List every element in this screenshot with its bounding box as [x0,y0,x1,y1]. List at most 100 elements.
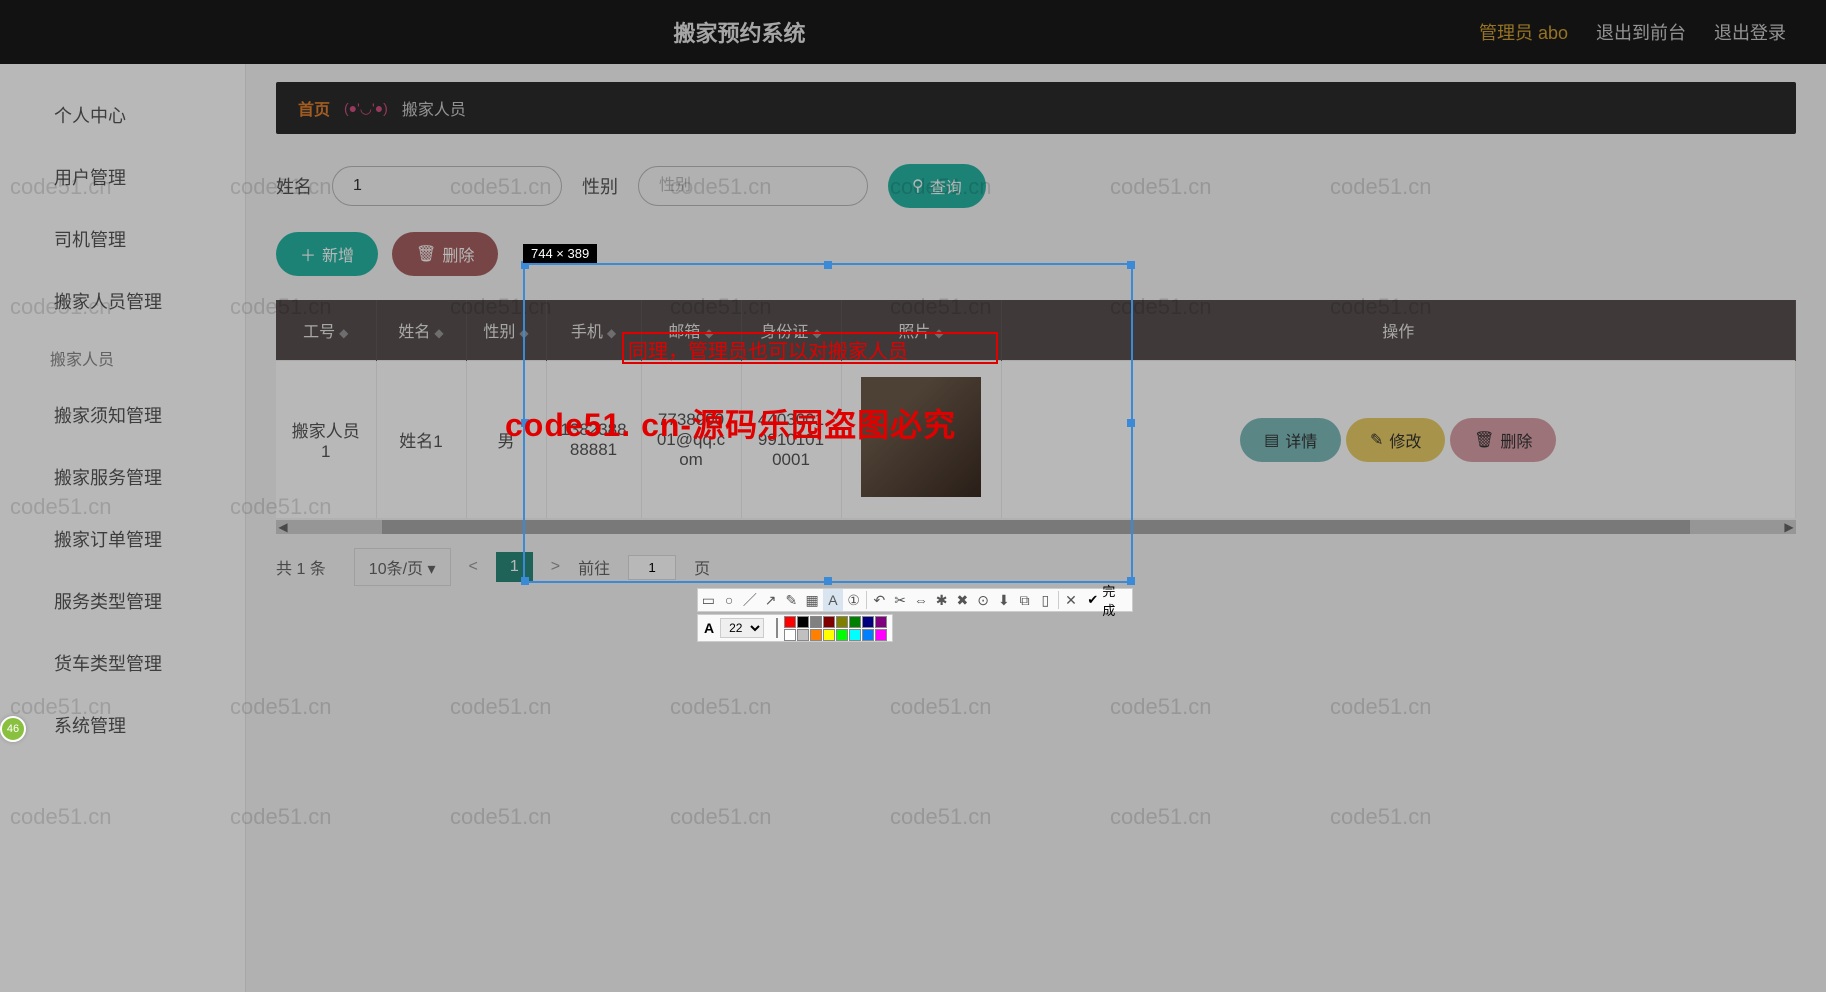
floating-badge[interactable]: 46 [0,716,26,742]
cancel-icon[interactable]: ✕ [1061,589,1082,611]
screenshot-size-label: 744 × 389 [523,244,597,263]
search-icon: ⚲ [912,176,924,196]
close-tool-icon[interactable]: ✖ [952,589,973,611]
pen-tool-icon[interactable]: ✎ [781,589,802,611]
add-label: 新增 [322,242,354,266]
screenshot-text-style-bar: A 22 [697,614,893,642]
color-swatch[interactable] [823,629,835,641]
filter-row: 姓名 性别 ⚲ 查询 [276,164,1796,208]
current-color-swatch[interactable] [776,618,778,638]
sidebar-item-users[interactable]: 用户管理 [0,146,245,208]
detail-button[interactable]: ▤ 详情 [1240,418,1341,462]
download-icon[interactable]: ⬇ [993,589,1014,611]
topbar: 搬家预约系统 管理员 abo 退出到前台 退出登录 [0,0,1826,64]
sidebar-item-notice[interactable]: 搬家须知管理 [0,384,245,446]
undo-icon[interactable]: ↶ [869,589,890,611]
color-swatch[interactable] [810,629,822,641]
color-swatch[interactable] [862,629,874,641]
line-tool-icon[interactable]: ／ [740,589,761,611]
protect-icon[interactable]: ✱ [931,589,952,611]
annotation-watermark: code51. cn-源码乐园盗图必究 [505,400,956,446]
batch-delete-button[interactable]: 🗑 删除 [392,232,498,276]
color-swatch[interactable] [784,616,796,628]
sidebar-item-orders[interactable]: 搬家订单管理 [0,508,245,570]
breadcrumb-face: (●'◡'●) [344,100,388,117]
sidebar-item-system[interactable]: 系统管理 [0,694,245,756]
pager-prev[interactable]: < [469,558,478,576]
scroll-left-icon[interactable]: ◀ [276,520,290,534]
sidebar-item-service-type[interactable]: 服务类型管理 [0,570,245,632]
add-button[interactable]: ＋ 新增 [276,232,378,276]
sidebar-item-service[interactable]: 搬家服务管理 [0,446,245,508]
row-delete-button[interactable]: 🗑 删除 [1450,418,1556,462]
color-swatch[interactable] [797,616,809,628]
annotation-textbox[interactable]: 同理，管理员也可以对搬家人员 [622,332,998,364]
edit-icon: ✎ [1370,430,1383,450]
color-swatch[interactable] [849,629,861,641]
number-tool-icon[interactable]: ① [843,589,864,611]
color-swatch[interactable] [797,629,809,641]
sort-icon: ◆ [339,326,348,340]
logout-link[interactable]: 退出登录 [1714,19,1786,45]
app-title: 搬家预约系统 [0,16,1479,48]
sort-icon: ◆ [434,326,443,340]
color-swatch[interactable] [862,616,874,628]
batch-delete-label: 删除 [442,242,474,266]
text-tool-icon[interactable]: A [823,589,844,611]
rect-tool-icon[interactable]: ▭ [698,589,719,611]
trash-icon: 🗑 [1474,430,1494,450]
color-swatch[interactable] [836,616,848,628]
admin-link[interactable]: 管理员 abo [1479,19,1568,45]
sidebar-item-drivers[interactable]: 司机管理 [0,208,245,270]
filter-name-label: 姓名 [276,173,312,199]
font-indicator-icon: A [704,620,714,636]
trash-icon: 🗑 [416,244,436,264]
chevron-down-icon: ▾ [428,561,436,578]
done-button[interactable]: ✔完成 [1081,581,1132,619]
topbar-right: 管理员 abo 退出到前台 退出登录 [1479,19,1786,45]
font-size-select[interactable]: 22 [720,618,764,638]
th-id[interactable]: 工号◆ [276,300,376,361]
color-swatch[interactable] [784,629,796,641]
filter-gender-input[interactable] [638,166,868,206]
color-swatch[interactable] [849,616,861,628]
filter-name-input[interactable] [332,166,562,206]
page-size-select[interactable]: 10条/页 ▾ [354,548,451,586]
sidebar-item-truck-type[interactable]: 货车类型管理 [0,632,245,694]
color-swatch[interactable] [823,616,835,628]
detail-icon: ▤ [1264,430,1279,450]
edit-button[interactable]: ✎ 修改 [1346,418,1445,462]
color-swatch[interactable] [810,616,822,628]
screenshot-toolbar: ▭ ○ ／ ↗ ✎ ▦ A ① ↶ ✂ ⇔ ✱ ✖ ⊙ ⬇ ⧉ ▯ ✕ ✔完成 [697,588,1133,612]
breadcrumb-home[interactable]: 首页 [298,96,330,120]
front-link[interactable]: 退出到前台 [1596,19,1686,45]
color-swatch[interactable] [875,616,887,628]
check-icon: ✔ [1087,592,1098,608]
cell-id: 搬家人员1 [276,361,376,519]
mosaic-tool-icon[interactable]: ▦ [802,589,823,611]
translate-icon[interactable]: ⇔ [910,589,931,611]
copy-icon[interactable]: ⧉ [1014,589,1035,611]
filter-gender-label: 性别 [582,173,618,199]
sidebar-item-profile[interactable]: 个人中心 [0,84,245,146]
ellipse-tool-icon[interactable]: ○ [719,589,740,611]
plus-icon: ＋ [300,242,316,266]
clipboard-icon[interactable]: ▯ [1035,589,1056,611]
sidebar-sub-movers[interactable]: 搬家人员 [0,332,245,384]
breadcrumb: 首页 (●'◡'●) 搬家人员 [276,82,1796,134]
pager-total: 共 1 条 [276,555,326,579]
search-button[interactable]: ⚲ 查询 [888,164,986,208]
scroll-right-icon[interactable]: ▶ [1782,520,1796,534]
cut-icon[interactable]: ✂ [890,589,911,611]
color-swatch[interactable] [875,629,887,641]
sidebar-item-movers[interactable]: 搬家人员管理 [0,270,245,332]
color-swatch[interactable] [836,629,848,641]
sidebar: 个人中心 用户管理 司机管理 搬家人员管理 搬家人员 搬家须知管理 搬家服务管理… [0,64,246,992]
search-label: 查询 [930,174,962,198]
color-palette [784,616,887,641]
cell-name: 姓名1 [376,361,466,519]
breadcrumb-current: 搬家人员 [402,96,466,120]
arrow-tool-icon[interactable]: ↗ [760,589,781,611]
pin-icon[interactable]: ⊙ [973,589,994,611]
th-name[interactable]: 姓名◆ [376,300,466,361]
